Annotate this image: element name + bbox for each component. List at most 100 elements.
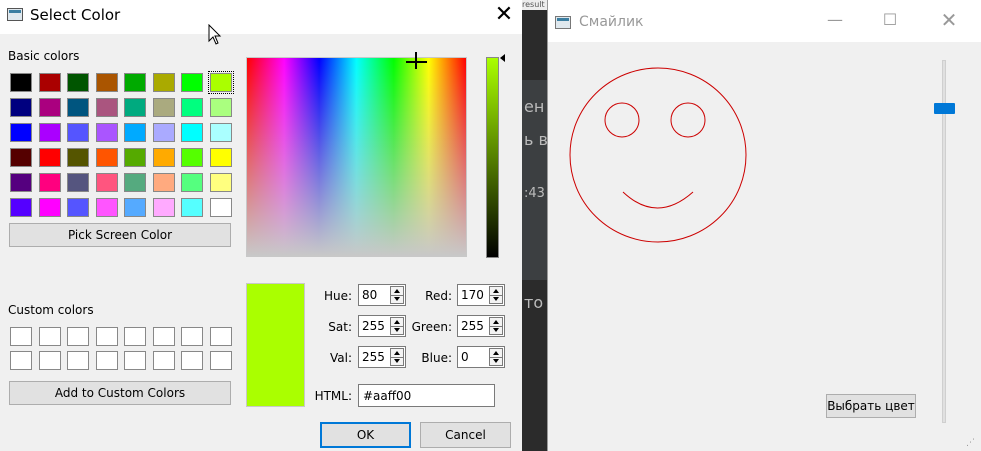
basic-color-swatch[interactable] bbox=[210, 148, 232, 167]
basic-color-swatch[interactable] bbox=[181, 173, 203, 192]
spin-up-icon[interactable] bbox=[394, 351, 400, 355]
basic-color-swatch[interactable] bbox=[39, 198, 61, 217]
basic-color-swatch[interactable] bbox=[210, 98, 232, 117]
basic-color-swatch[interactable] bbox=[124, 123, 146, 142]
basic-color-swatch[interactable] bbox=[181, 148, 203, 167]
basic-color-swatch[interactable] bbox=[39, 173, 61, 192]
val-spinbox[interactable]: 255 bbox=[358, 346, 406, 368]
basic-color-swatch[interactable] bbox=[67, 148, 89, 167]
custom-color-swatch[interactable] bbox=[210, 327, 232, 346]
basic-color-swatch[interactable] bbox=[39, 73, 61, 92]
resize-grip-icon[interactable]: ⋰ bbox=[966, 438, 978, 450]
basic-color-swatch[interactable] bbox=[124, 98, 146, 117]
basic-color-swatch[interactable] bbox=[67, 98, 89, 117]
value-slider[interactable] bbox=[486, 57, 499, 258]
basic-color-swatch[interactable] bbox=[10, 198, 32, 217]
basic-color-swatch[interactable] bbox=[10, 73, 32, 92]
basic-color-swatch[interactable] bbox=[124, 173, 146, 192]
basic-color-swatch[interactable] bbox=[210, 198, 232, 217]
basic-color-swatch[interactable] bbox=[96, 148, 118, 167]
red-spinbox[interactable]: 170 bbox=[457, 284, 505, 306]
custom-color-swatch[interactable] bbox=[39, 351, 61, 370]
spin-down-icon[interactable] bbox=[394, 297, 400, 301]
basic-color-swatch[interactable] bbox=[153, 73, 175, 92]
basic-color-swatch[interactable] bbox=[153, 173, 175, 192]
basic-color-swatch[interactable] bbox=[96, 98, 118, 117]
maximize-icon[interactable]: ☐ bbox=[880, 10, 900, 30]
custom-color-swatch[interactable] bbox=[10, 327, 32, 346]
vertical-slider-handle[interactable] bbox=[934, 103, 955, 114]
spin-up-icon[interactable] bbox=[394, 320, 400, 324]
basic-color-swatch[interactable] bbox=[96, 173, 118, 192]
spin-down-icon[interactable] bbox=[493, 297, 499, 301]
basic-color-swatch[interactable] bbox=[39, 98, 61, 117]
spin-down-icon[interactable] bbox=[493, 328, 499, 332]
custom-color-swatch[interactable] bbox=[181, 351, 203, 370]
spin-buttons[interactable] bbox=[489, 317, 503, 335]
custom-color-swatch[interactable] bbox=[39, 327, 61, 346]
custom-color-swatch[interactable] bbox=[67, 327, 89, 346]
spin-up-icon[interactable] bbox=[394, 289, 400, 293]
hue-spinbox[interactable]: 80 bbox=[358, 284, 406, 306]
spin-down-icon[interactable] bbox=[394, 359, 400, 363]
custom-color-swatch[interactable] bbox=[10, 351, 32, 370]
custom-color-swatch[interactable] bbox=[124, 327, 146, 346]
basic-color-swatch[interactable] bbox=[67, 173, 89, 192]
pick-screen-color-button[interactable]: Pick Screen Color bbox=[9, 223, 231, 247]
basic-color-swatch[interactable] bbox=[10, 98, 32, 117]
basic-color-swatch[interactable] bbox=[153, 123, 175, 142]
close-icon[interactable]: ✕ bbox=[492, 4, 516, 28]
spin-buttons[interactable] bbox=[489, 286, 503, 304]
basic-color-swatch[interactable] bbox=[153, 198, 175, 217]
close-icon[interactable]: ✕ bbox=[937, 8, 961, 32]
spin-up-icon[interactable] bbox=[493, 289, 499, 293]
basic-color-swatch[interactable] bbox=[39, 148, 61, 167]
basic-color-swatch[interactable] bbox=[67, 198, 89, 217]
spin-up-icon[interactable] bbox=[493, 351, 499, 355]
spin-buttons[interactable] bbox=[489, 348, 503, 366]
basic-color-swatch[interactable] bbox=[210, 173, 232, 192]
html-color-input[interactable]: #aaff00 bbox=[358, 384, 495, 407]
basic-color-swatch[interactable] bbox=[153, 148, 175, 167]
basic-color-swatch[interactable] bbox=[96, 198, 118, 217]
spin-down-icon[interactable] bbox=[394, 328, 400, 332]
custom-color-swatch[interactable] bbox=[96, 351, 118, 370]
basic-color-swatch[interactable] bbox=[124, 198, 146, 217]
blue-spinbox[interactable]: 0 bbox=[457, 346, 505, 368]
basic-color-swatch[interactable] bbox=[10, 148, 32, 167]
basic-color-swatch[interactable] bbox=[39, 123, 61, 142]
spin-buttons[interactable] bbox=[390, 286, 404, 304]
minimize-icon[interactable]: — bbox=[825, 10, 845, 30]
add-custom-colors-button[interactable]: Add to Custom Colors bbox=[9, 381, 231, 405]
sat-spinbox[interactable]: 255 bbox=[358, 315, 406, 337]
value-arrow-icon[interactable] bbox=[500, 54, 505, 62]
basic-color-swatch[interactable] bbox=[181, 123, 203, 142]
custom-color-swatch[interactable] bbox=[124, 351, 146, 370]
cancel-button[interactable]: Cancel bbox=[420, 422, 511, 448]
basic-color-swatch[interactable] bbox=[181, 98, 203, 117]
custom-color-swatch[interactable] bbox=[181, 327, 203, 346]
ok-button[interactable]: OK bbox=[320, 422, 411, 448]
basic-color-swatch[interactable] bbox=[10, 173, 32, 192]
spin-buttons[interactable] bbox=[390, 317, 404, 335]
custom-color-swatch[interactable] bbox=[210, 351, 232, 370]
spin-up-icon[interactable] bbox=[493, 320, 499, 324]
basic-color-swatch[interactable] bbox=[67, 73, 89, 92]
color-spectrum[interactable] bbox=[246, 57, 467, 257]
custom-color-swatch[interactable] bbox=[67, 351, 89, 370]
vertical-slider-track[interactable] bbox=[942, 60, 946, 423]
custom-color-swatch[interactable] bbox=[153, 327, 175, 346]
basic-color-swatch[interactable] bbox=[153, 98, 175, 117]
basic-color-swatch[interactable] bbox=[10, 123, 32, 142]
choose-color-button[interactable]: Выбрать цвет bbox=[826, 394, 916, 418]
spin-buttons[interactable] bbox=[390, 348, 404, 366]
basic-color-swatch[interactable] bbox=[124, 73, 146, 92]
basic-color-swatch[interactable] bbox=[96, 73, 118, 92]
custom-color-swatch[interactable] bbox=[96, 327, 118, 346]
basic-color-swatch[interactable] bbox=[208, 71, 234, 94]
basic-color-swatch[interactable] bbox=[96, 123, 118, 142]
spin-down-icon[interactable] bbox=[493, 359, 499, 363]
basic-color-swatch[interactable] bbox=[181, 198, 203, 217]
basic-color-swatch[interactable] bbox=[67, 123, 89, 142]
green-spinbox[interactable]: 255 bbox=[457, 315, 505, 337]
